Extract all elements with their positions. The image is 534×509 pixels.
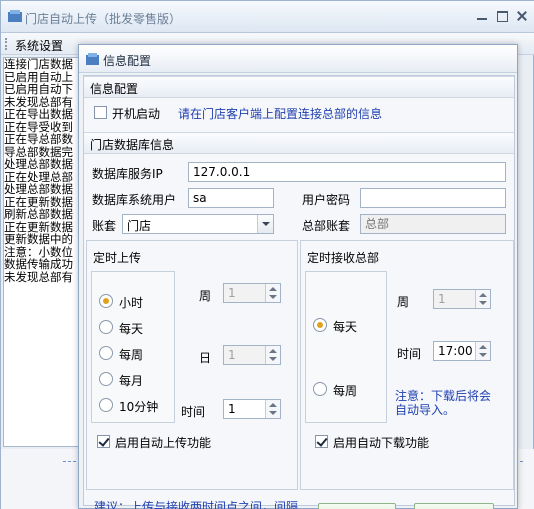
enable-upload-label[interactable]: 启用自动上传功能 <box>115 434 211 451</box>
upload-option-10min-radio[interactable] <box>99 398 113 412</box>
receive-week-label: 周 <box>397 295 410 309</box>
log-line: 已启用自动下 <box>4 82 73 96</box>
log-line: 连接门店数据 <box>4 57 73 71</box>
upload-option-10min[interactable]: 10分钟 <box>119 398 158 415</box>
spin-down-icon <box>269 357 277 361</box>
receive-option-week[interactable]: 每周 <box>333 382 357 399</box>
hq-account-input <box>360 214 506 234</box>
log-line: 正在导总部数 <box>4 132 73 146</box>
account-value: 门店 <box>127 219 152 233</box>
log-line: 处理总部数据 <box>4 157 73 171</box>
hq-account-label: 总部账套 <box>302 219 351 233</box>
main-window-title: 门店自动上传（批发零售版） <box>25 12 182 26</box>
log-line: 数据传输成功 <box>4 257 73 271</box>
account-select[interactable]: 门店 <box>122 214 274 234</box>
upload-day-spinner: 1 <box>223 345 281 365</box>
log-line: 正在导出数据 <box>4 107 73 121</box>
server-ip-label: 数据库服务IP <box>92 167 163 181</box>
spin-up-icon[interactable] <box>479 345 487 349</box>
menu-system-settings[interactable]: 系统设置 <box>15 37 63 54</box>
spin-up-icon <box>479 293 487 297</box>
upload-heading: 定时上传 <box>93 251 142 265</box>
spin-down-icon <box>479 301 487 305</box>
log-line: 刷新总部数据 <box>4 207 73 221</box>
upload-time-value: 1 <box>228 402 236 416</box>
upload-day-value: 1 <box>228 348 236 362</box>
upload-option-hour[interactable]: 小时 <box>119 294 143 311</box>
receive-option-day[interactable]: 每天 <box>333 318 357 335</box>
upload-option-day[interactable]: 每天 <box>119 320 143 337</box>
dialog-title: 信息配置 <box>103 54 152 68</box>
upload-day-label: 日 <box>199 351 212 365</box>
upload-week-label: 周 <box>199 289 212 303</box>
upload-option-month[interactable]: 每月 <box>119 372 143 389</box>
db-user-label: 数据库系统用户 <box>92 193 177 207</box>
receive-option-week-radio[interactable] <box>313 382 327 396</box>
upload-option-week-radio[interactable] <box>99 346 113 360</box>
receive-week-value: 1 <box>438 292 446 306</box>
dialog-app-icon <box>86 53 99 65</box>
minimize-icon[interactable] <box>475 9 489 23</box>
db-user-input[interactable] <box>188 188 274 208</box>
password-label: 用户密码 <box>302 193 351 207</box>
section-info-heading: 信息配置 <box>84 76 514 98</box>
cancel-button[interactable]: 取消 <box>414 503 494 509</box>
spin-down-icon <box>269 295 277 299</box>
upload-option-hour-radio[interactable] <box>99 294 113 308</box>
upload-time-label: 时间 <box>181 405 206 419</box>
close-icon[interactable] <box>515 9 529 23</box>
upload-week-value: 1 <box>228 286 236 300</box>
log-line: 更新数据中的 <box>4 232 73 246</box>
config-hint: 请在门店客户端上配置连接总部的信息 <box>178 107 383 121</box>
server-ip-input[interactable] <box>188 162 506 182</box>
upload-options-box: 小时 每天 每周 每月 10分钟 <box>91 271 175 423</box>
upload-group: 定时上传 小时 每天 每周 每月 10分钟 周 1 日 1 时间 1 启用自动上… <box>86 240 298 490</box>
account-label: 账套 <box>92 219 117 233</box>
upload-time-spinner[interactable]: 1 <box>223 399 281 419</box>
log-area: 连接门店数据 已启用自动上 已启用自动下 未发现总部有 正在导出数据 正在导受收到 正在导总… <box>3 57 85 447</box>
upload-option-month-radio[interactable] <box>99 372 113 386</box>
toolbar-grip <box>5 38 7 50</box>
main-title-bar: 门店自动上传（批发零售版） <box>1 1 534 33</box>
spin-down-icon[interactable] <box>479 353 487 357</box>
receive-time-label: 时间 <box>397 347 422 361</box>
receive-option-day-radio[interactable] <box>313 318 327 332</box>
app-icon <box>8 10 22 22</box>
spin-up-icon <box>269 349 277 353</box>
dialog-title-bar: 信息配置 <box>79 45 517 73</box>
upload-week-spinner: 1 <box>223 283 281 303</box>
receive-options-box: 每天 每周 <box>305 271 387 423</box>
chevron-down-icon[interactable] <box>257 215 273 233</box>
autostart-label: 开机启动 <box>112 107 161 121</box>
password-input[interactable] <box>360 188 506 208</box>
receive-week-spinner: 1 <box>433 289 491 309</box>
suggestion-text: 建议：上传与接收两时间点之间，间隔时间不应小于5分钟。 <box>94 500 299 509</box>
receive-note: 注意：下载后将会自动导入。 <box>395 389 492 417</box>
upload-option-day-radio[interactable] <box>99 320 113 334</box>
receive-group: 定时接收总部 每天 每周 周 1 时间 17:00 注意：下载后将会自动导入。 … <box>300 240 514 490</box>
enable-download-label[interactable]: 启用自动下载功能 <box>333 434 429 451</box>
upload-option-week[interactable]: 每周 <box>119 346 143 363</box>
receive-heading: 定时接收总部 <box>307 251 380 265</box>
section-db-heading: 门店数据库信息 <box>84 132 514 154</box>
config-dialog: 信息配置 信息配置 开机启动 请在门店客户端上配置连接总部的信息 门店数据库信息… <box>78 44 518 509</box>
dialog-body: 信息配置 开机启动 请在门店客户端上配置连接总部的信息 门店数据库信息 数据库服… <box>83 75 515 509</box>
spin-down-icon[interactable] <box>269 411 277 415</box>
receive-time-spinner[interactable]: 17:00 <box>433 341 491 361</box>
receive-time-value: 17:00 <box>438 344 473 358</box>
spin-up-icon[interactable] <box>269 403 277 407</box>
log-line: 未发现总部有 <box>4 269 73 284</box>
autostart-checkbox[interactable] <box>94 106 107 119</box>
enable-download-checkbox[interactable] <box>315 435 328 448</box>
ok-button[interactable]: 设定 <box>318 503 396 509</box>
maximize-icon[interactable] <box>495 9 509 23</box>
enable-upload-checkbox[interactable] <box>97 435 110 448</box>
spin-up-icon <box>269 287 277 291</box>
log-line: 处理总部数据 <box>4 182 73 196</box>
